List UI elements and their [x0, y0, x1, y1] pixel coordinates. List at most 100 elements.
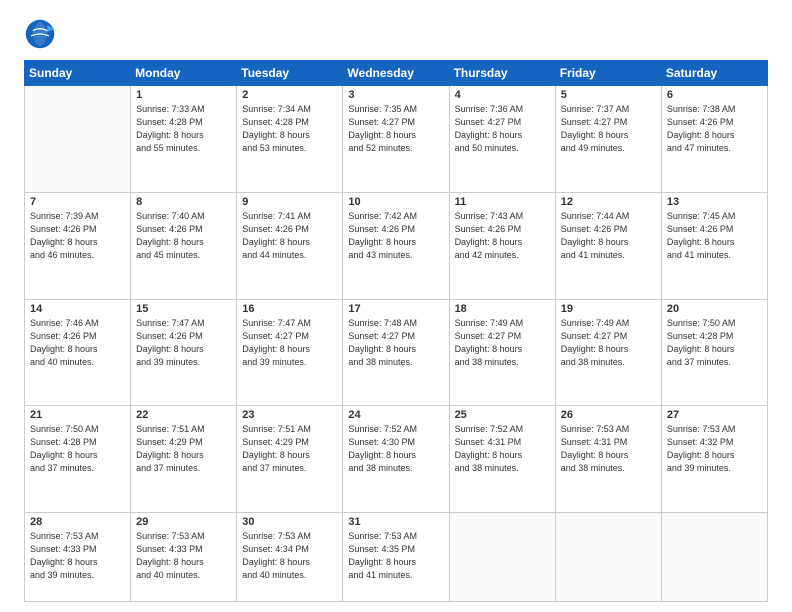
- calendar-day-cell: 30 Sunrise: 7:53 AM Sunset: 4:34 PM Dayli…: [237, 513, 343, 602]
- day-number: 28: [30, 516, 125, 528]
- calendar-day-cell: 20 Sunrise: 7:50 AM Sunset: 4:28 PM Dayli…: [661, 299, 767, 406]
- day-number: 30: [242, 516, 337, 528]
- day-number: 27: [667, 409, 762, 421]
- day-info: Sunrise: 7:53 AM Sunset: 4:34 PM Dayligh…: [242, 530, 337, 582]
- header-day-friday: Friday: [555, 61, 661, 86]
- logo-icon: [24, 18, 56, 50]
- day-info: Sunrise: 7:43 AM Sunset: 4:26 PM Dayligh…: [455, 210, 550, 262]
- header-day-thursday: Thursday: [449, 61, 555, 86]
- calendar-day-cell: 17 Sunrise: 7:48 AM Sunset: 4:27 PM Dayli…: [343, 299, 449, 406]
- calendar-day-cell: 15Sunrise: 7:47 AM Sunset: 4:26 PM Dayli…: [131, 299, 237, 406]
- calendar-day-cell: 25 Sunrise: 7:52 AM Sunset: 4:31 PM Dayli…: [449, 406, 555, 513]
- day-number: 1: [136, 89, 231, 101]
- day-info: Sunrise: 7:38 AM Sunset: 4:26 PM Dayligh…: [667, 103, 762, 155]
- logo: [24, 18, 60, 50]
- calendar-day-cell: 21 Sunrise: 7:50 AM Sunset: 4:28 PM Dayli…: [25, 406, 131, 513]
- calendar-day-cell: 29 Sunrise: 7:53 AM Sunset: 4:33 PM Dayli…: [131, 513, 237, 602]
- calendar-day-cell: 24 Sunrise: 7:52 AM Sunset: 4:30 PM Dayli…: [343, 406, 449, 513]
- calendar-day-cell: 13 Sunrise: 7:45 AM Sunset: 4:26 PM Dayli…: [661, 192, 767, 299]
- day-number: 17: [348, 303, 443, 315]
- day-number: 9: [242, 196, 337, 208]
- calendar-week-row: 21 Sunrise: 7:50 AM Sunset: 4:28 PM Dayli…: [25, 406, 768, 513]
- day-info: Sunrise: 7:36 AM Sunset: 4:27 PM Dayligh…: [455, 103, 550, 155]
- day-number: 25: [455, 409, 550, 421]
- calendar-day-cell: 19Sunrise: 7:49 AM Sunset: 4:27 PM Dayli…: [555, 299, 661, 406]
- day-info: Sunrise: 7:49 AM Sunset: 4:27 PM Dayligh…: [561, 317, 656, 369]
- calendar-day-cell: [661, 513, 767, 602]
- day-info: Sunrise: 7:52 AM Sunset: 4:30 PM Dayligh…: [348, 423, 443, 475]
- header: [24, 18, 768, 50]
- page: SundayMondayTuesdayWednesdayThursdayFrid…: [0, 0, 792, 612]
- day-number: 6: [667, 89, 762, 101]
- calendar-week-row: 7Sunrise: 7:39 AM Sunset: 4:26 PM Daylig…: [25, 192, 768, 299]
- calendar-day-cell: [555, 513, 661, 602]
- day-info: Sunrise: 7:53 AM Sunset: 4:32 PM Dayligh…: [667, 423, 762, 475]
- day-info: Sunrise: 7:41 AM Sunset: 4:26 PM Dayligh…: [242, 210, 337, 262]
- calendar-week-row: 14 Sunrise: 7:46 AM Sunset: 4:26 PM Dayli…: [25, 299, 768, 406]
- day-number: 24: [348, 409, 443, 421]
- calendar-week-row: 28 Sunrise: 7:53 AM Sunset: 4:33 PM Dayli…: [25, 513, 768, 602]
- day-info: Sunrise: 7:42 AM Sunset: 4:26 PM Dayligh…: [348, 210, 443, 262]
- day-info: Sunrise: 7:40 AM Sunset: 4:26 PM Dayligh…: [136, 210, 231, 262]
- day-number: 20: [667, 303, 762, 315]
- day-info: Sunrise: 7:53 AM Sunset: 4:33 PM Dayligh…: [30, 530, 125, 582]
- day-number: 3: [348, 89, 443, 101]
- day-number: 10: [348, 196, 443, 208]
- day-info: Sunrise: 7:48 AM Sunset: 4:27 PM Dayligh…: [348, 317, 443, 369]
- day-info: Sunrise: 7:39 AM Sunset: 4:26 PM Dayligh…: [30, 210, 125, 262]
- day-info: Sunrise: 7:52 AM Sunset: 4:31 PM Dayligh…: [455, 423, 550, 475]
- day-number: 21: [30, 409, 125, 421]
- calendar-day-cell: 7Sunrise: 7:39 AM Sunset: 4:26 PM Daylig…: [25, 192, 131, 299]
- calendar-day-cell: 23Sunrise: 7:51 AM Sunset: 4:29 PM Dayli…: [237, 406, 343, 513]
- day-info: Sunrise: 7:50 AM Sunset: 4:28 PM Dayligh…: [667, 317, 762, 369]
- day-info: Sunrise: 7:46 AM Sunset: 4:26 PM Dayligh…: [30, 317, 125, 369]
- day-number: 18: [455, 303, 550, 315]
- calendar-day-cell: [25, 86, 131, 193]
- header-day-wednesday: Wednesday: [343, 61, 449, 86]
- day-info: Sunrise: 7:50 AM Sunset: 4:28 PM Dayligh…: [30, 423, 125, 475]
- day-number: 11: [455, 196, 550, 208]
- day-number: 12: [561, 196, 656, 208]
- day-number: 23: [242, 409, 337, 421]
- day-number: 5: [561, 89, 656, 101]
- day-info: Sunrise: 7:37 AM Sunset: 4:27 PM Dayligh…: [561, 103, 656, 155]
- day-info: Sunrise: 7:44 AM Sunset: 4:26 PM Dayligh…: [561, 210, 656, 262]
- day-info: Sunrise: 7:34 AM Sunset: 4:28 PM Dayligh…: [242, 103, 337, 155]
- calendar-day-cell: 16Sunrise: 7:47 AM Sunset: 4:27 PM Dayli…: [237, 299, 343, 406]
- day-number: 16: [242, 303, 337, 315]
- calendar-day-cell: 2Sunrise: 7:34 AM Sunset: 4:28 PM Daylig…: [237, 86, 343, 193]
- day-info: Sunrise: 7:53 AM Sunset: 4:33 PM Dayligh…: [136, 530, 231, 582]
- day-number: 14: [30, 303, 125, 315]
- day-number: 29: [136, 516, 231, 528]
- day-info: Sunrise: 7:49 AM Sunset: 4:27 PM Dayligh…: [455, 317, 550, 369]
- calendar-day-cell: 10 Sunrise: 7:42 AM Sunset: 4:26 PM Dayli…: [343, 192, 449, 299]
- calendar-week-row: 1Sunrise: 7:33 AM Sunset: 4:28 PM Daylig…: [25, 86, 768, 193]
- calendar-day-cell: 12 Sunrise: 7:44 AM Sunset: 4:26 PM Dayli…: [555, 192, 661, 299]
- calendar-day-cell: 1Sunrise: 7:33 AM Sunset: 4:28 PM Daylig…: [131, 86, 237, 193]
- day-info: Sunrise: 7:47 AM Sunset: 4:26 PM Dayligh…: [136, 317, 231, 369]
- calendar-day-cell: 6 Sunrise: 7:38 AM Sunset: 4:26 PM Daylig…: [661, 86, 767, 193]
- calendar-table: SundayMondayTuesdayWednesdayThursdayFrid…: [24, 60, 768, 602]
- header-day-tuesday: Tuesday: [237, 61, 343, 86]
- calendar-day-cell: 9 Sunrise: 7:41 AM Sunset: 4:26 PM Daylig…: [237, 192, 343, 299]
- calendar-day-cell: [449, 513, 555, 602]
- day-number: 26: [561, 409, 656, 421]
- calendar-day-cell: 5 Sunrise: 7:37 AM Sunset: 4:27 PM Daylig…: [555, 86, 661, 193]
- day-info: Sunrise: 7:51 AM Sunset: 4:29 PM Dayligh…: [136, 423, 231, 475]
- calendar-header-row: SundayMondayTuesdayWednesdayThursdayFrid…: [25, 61, 768, 86]
- calendar-day-cell: 11 Sunrise: 7:43 AM Sunset: 4:26 PM Dayli…: [449, 192, 555, 299]
- calendar-day-cell: 14 Sunrise: 7:46 AM Sunset: 4:26 PM Dayli…: [25, 299, 131, 406]
- day-info: Sunrise: 7:45 AM Sunset: 4:26 PM Dayligh…: [667, 210, 762, 262]
- header-day-sunday: Sunday: [25, 61, 131, 86]
- day-info: Sunrise: 7:53 AM Sunset: 4:31 PM Dayligh…: [561, 423, 656, 475]
- header-day-saturday: Saturday: [661, 61, 767, 86]
- calendar-day-cell: 18 Sunrise: 7:49 AM Sunset: 4:27 PM Dayli…: [449, 299, 555, 406]
- day-number: 8: [136, 196, 231, 208]
- calendar-day-cell: 22Sunrise: 7:51 AM Sunset: 4:29 PM Dayli…: [131, 406, 237, 513]
- calendar-day-cell: 27 Sunrise: 7:53 AM Sunset: 4:32 PM Dayli…: [661, 406, 767, 513]
- day-number: 13: [667, 196, 762, 208]
- header-day-monday: Monday: [131, 61, 237, 86]
- calendar-day-cell: 4 Sunrise: 7:36 AM Sunset: 4:27 PM Daylig…: [449, 86, 555, 193]
- calendar-day-cell: 26 Sunrise: 7:53 AM Sunset: 4:31 PM Dayli…: [555, 406, 661, 513]
- day-number: 4: [455, 89, 550, 101]
